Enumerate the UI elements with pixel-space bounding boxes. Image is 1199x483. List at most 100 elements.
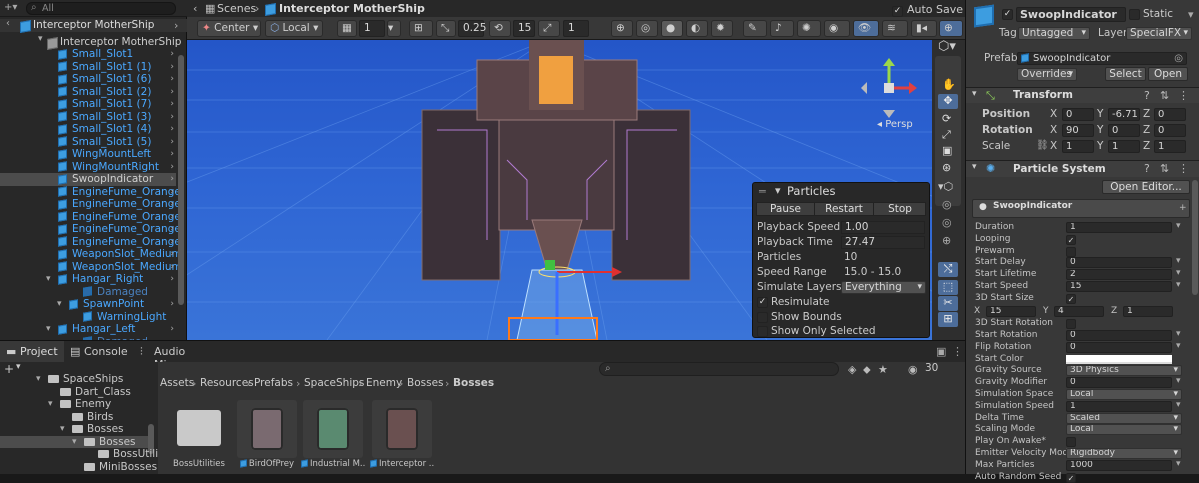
ps-field-value[interactable]: 1000: [1066, 459, 1172, 471]
tool-extra-3-icon[interactable]: ⊕: [942, 234, 951, 247]
chevron-right-icon[interactable]: ›: [170, 236, 174, 249]
grid-icon[interactable]: ▦: [337, 20, 357, 37]
chevron-right-icon[interactable]: ›: [170, 211, 174, 224]
hierarchy-item[interactable]: WingMountLeft ›: [0, 148, 176, 161]
rect-tool-icon[interactable]: ▣: [942, 144, 952, 157]
shaded-icon[interactable]: ●: [661, 20, 683, 37]
ps-field-checkbox[interactable]: [1066, 319, 1076, 330]
scene-visibility-icon[interactable]: ◉: [824, 20, 850, 37]
scale-z-field[interactable]: 1: [1154, 140, 1186, 153]
rotate-tool-icon[interactable]: ⟳: [942, 112, 951, 125]
pause-button[interactable]: Pause: [757, 203, 814, 215]
tab-project[interactable]: ▬ Project: [0, 341, 64, 363]
project-tree-item[interactable]: ▾ SpaceShips: [0, 373, 148, 386]
effects-icon[interactable]: ✎: [743, 20, 767, 37]
back-arrow-icon[interactable]: ‹: [6, 18, 10, 29]
camera-icon[interactable]: ▮◂: [911, 20, 937, 37]
hierarchy-item[interactable]: ▾ Hangar_Left ›: [0, 323, 176, 336]
hierarchy-item[interactable]: Small_Slot1 (4) ›: [0, 123, 176, 136]
dropdown-arrow-icon[interactable]: ▾: [1176, 221, 1181, 231]
hierarchy-scrollbar[interactable]: [178, 55, 184, 305]
ps-field-value[interactable]: 0: [1066, 257, 1172, 269]
hierarchy-item[interactable]: WeaponSlot_Medium ›: [0, 261, 182, 274]
ps-field-value[interactable]: 0: [1066, 377, 1172, 389]
chevron-right-icon[interactable]: ›: [170, 111, 174, 124]
grid-size-field[interactable]: 1: [359, 20, 385, 37]
dropdown-arrow-icon[interactable]: ▾: [1188, 8, 1194, 21]
tag-dropdown[interactable]: Untagged: [1018, 27, 1090, 40]
dropdown-arrow-icon[interactable]: ▾: [1176, 376, 1181, 386]
chevron-right-icon[interactable]: ›: [170, 123, 174, 136]
chevron-right-icon[interactable]: ›: [170, 136, 174, 149]
chevron-right-icon[interactable]: ›: [170, 98, 174, 111]
hierarchy-item[interactable]: WingMountRight ›: [0, 161, 176, 174]
dropdown-arrow-icon[interactable]: ▾: [1176, 400, 1181, 410]
filter-type-icon[interactable]: ◈: [848, 363, 856, 376]
debug-icon[interactable]: ✹: [711, 20, 733, 37]
expand-icon[interactable]: ▾: [972, 89, 977, 99]
gizmos-icon[interactable]: ⊕: [939, 20, 963, 37]
chevron-right-icon[interactable]: ›: [170, 61, 174, 74]
expand-icon[interactable]: ▾: [36, 373, 41, 386]
hierarchy-item[interactable]: Small_Slot1 (7) ›: [0, 98, 176, 111]
chevron-right-icon[interactable]: ›: [170, 298, 174, 311]
static-checkbox[interactable]: [1129, 9, 1140, 20]
prefab-asset[interactable]: [237, 400, 297, 458]
position-z-field[interactable]: 0: [1154, 108, 1186, 121]
orientation-gizmo[interactable]: [857, 56, 921, 120]
start-size-z-field[interactable]: 1: [1123, 305, 1173, 317]
chevron-right-icon[interactable]: ›: [170, 261, 174, 274]
select-button[interactable]: Select: [1105, 67, 1146, 81]
particle-tool-4-icon[interactable]: ⊞: [938, 312, 958, 327]
position-x-field[interactable]: 0: [1062, 108, 1094, 121]
prefab-field[interactable]: SwoopIndicator ◎: [1017, 52, 1187, 65]
hierarchy-item[interactable]: SwoopIndicator ›: [0, 173, 176, 186]
project-tree-item[interactable]: ▾ Bosses: [0, 423, 148, 436]
tab-audio-mixer[interactable]: ⫶ Audio Mixer: [136, 341, 218, 371]
hierarchy-item[interactable]: EngineFume_Orange ›: [0, 186, 181, 199]
breadcrumb-item[interactable]: Bosses: [407, 377, 444, 389]
show-bounds-checkbox[interactable]: [757, 312, 768, 323]
hierarchy-search-input[interactable]: ⌕ All: [26, 2, 176, 15]
hierarchy-item[interactable]: Small_Slot1 (3) ›: [0, 111, 176, 124]
chevron-right-icon[interactable]: ›: [170, 198, 174, 211]
project-tree-item[interactable]: Birds: [0, 411, 148, 424]
lighting-icon[interactable]: ◐: [686, 20, 708, 37]
scale-tool-icon[interactable]: ⤢: [942, 128, 951, 142]
hierarchy-item[interactable]: EngineFume_Orange ›: [0, 198, 181, 211]
inspector-scrollbar[interactable]: [1192, 180, 1198, 295]
position-y-field[interactable]: -6.71: [1108, 108, 1140, 121]
hidden-packages-icon[interactable]: ◉: [908, 363, 918, 376]
open-button[interactable]: Open: [1148, 67, 1188, 81]
show-only-selected-checkbox[interactable]: [757, 326, 768, 337]
ps-field-value[interactable]: 1: [1066, 400, 1172, 412]
hierarchy-item[interactable]: EngineFume_Orange ›: [0, 223, 181, 236]
auto-save-checkbox[interactable]: ✓: [892, 3, 903, 17]
ps-field-value[interactable]: 0: [1066, 341, 1172, 353]
more-icon[interactable]: ⋮: [952, 345, 963, 358]
ps-field-dropdown[interactable]: Local: [1066, 388, 1182, 400]
help-icon[interactable]: ?: [1144, 89, 1150, 102]
custom-tools-icon[interactable]: ▾⬡: [938, 180, 953, 193]
filter-label-icon[interactable]: ⬥: [863, 363, 871, 377]
project-tree-item[interactable]: ▾ Enemy: [0, 398, 148, 411]
chevron-right-icon[interactable]: ›: [170, 86, 174, 99]
dropdown-arrow-icon[interactable]: ▾: [1176, 459, 1181, 469]
ps-field-value[interactable]: 2: [1066, 269, 1172, 281]
rotation-x-field[interactable]: 90: [1062, 124, 1094, 137]
wireframe-icon[interactable]: ◎: [636, 20, 658, 37]
scale-x-field[interactable]: 1: [1062, 140, 1094, 153]
start-color-swatch[interactable]: [1066, 354, 1172, 364]
view-options-icon[interactable]: ⬡▾: [938, 39, 956, 54]
expand-icon[interactable]: ▾: [38, 34, 43, 44]
breadcrumb-item[interactable]: Prefabs: [254, 377, 293, 389]
ps-field-checkbox[interactable]: ✓: [1066, 293, 1076, 304]
breadcrumb-item[interactable]: Bosses: [453, 377, 494, 389]
transform-header[interactable]: ▾ ⤡ Transform ? ⇅ ⋮: [966, 87, 1199, 103]
particle-tool-1-icon[interactable]: ⤭: [938, 262, 958, 277]
chevron-right-icon[interactable]: ›: [170, 161, 174, 174]
folder-asset[interactable]: [169, 400, 229, 458]
hierarchy-item[interactable]: EngineFume_Orange ›: [0, 211, 181, 224]
stop-button[interactable]: Stop: [874, 203, 926, 215]
chevron-right-icon[interactable]: ›: [170, 273, 174, 286]
